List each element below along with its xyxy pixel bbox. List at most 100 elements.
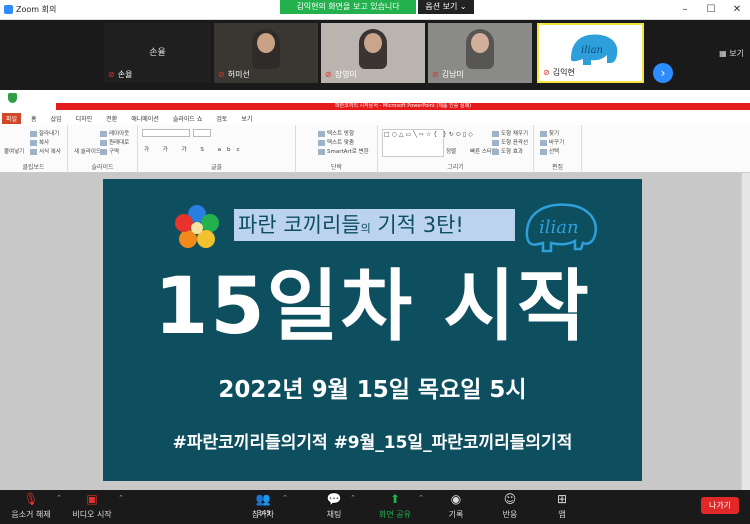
participant-name: 김남미 [441, 70, 464, 79]
tab-home[interactable]: 홈 [27, 113, 41, 124]
record-label: 기록 [448, 510, 464, 519]
zoom-window: Zoom 회의 김익현의 화면을 보고 있습니다 옵션 보기 ⌄ – ☐ ✕ 손… [0, 0, 750, 524]
group-label: 단락 [330, 164, 343, 171]
apps-icon: ⊞ [556, 492, 568, 506]
text-direction-button[interactable]: 텍스트 방향 [318, 129, 354, 137]
mic-off-icon: ⊘ [325, 70, 332, 79]
replace-label: 바꾸기 [549, 140, 565, 146]
group-label: 편집 [551, 164, 564, 171]
ppt-title-bar: 파란코끼리 시작문서 - Microsoft PowerPoint (제품 인증… [0, 90, 750, 112]
arrange-button[interactable]: 정렬 [446, 147, 456, 155]
font-format-buttons[interactable]: 가 가 가 S abc [144, 145, 246, 153]
tab-design[interactable]: 디자인 [72, 113, 97, 124]
shape-fill-button[interactable]: 도형 채우기 [492, 129, 528, 137]
tab-transitions[interactable]: 전환 [102, 113, 121, 124]
tab-slideshow[interactable]: 슬라이드 쇼 [169, 113, 207, 124]
smartart-button[interactable]: SmartArt로 변환 [318, 147, 369, 155]
slide[interactable]: 파란 코끼리들의 기적 3탄! ilian 15일차 시작 2022년 9월 1… [103, 179, 642, 481]
align-text-button[interactable]: 텍스트 맞춤 [318, 138, 354, 146]
layout-label: 레이아웃 [109, 131, 130, 137]
select-label: 선택 [549, 149, 560, 155]
reset-button[interactable]: 원래대로 [100, 138, 129, 146]
shape-outline-button[interactable]: 도형 윤곽선 [492, 138, 528, 146]
minimize-icon[interactable]: – [672, 0, 698, 20]
tab-review[interactable]: 검토 [212, 113, 231, 124]
reset-label: 원래대로 [109, 140, 130, 146]
section-button[interactable]: 구역 [100, 147, 119, 155]
next-page-button[interactable]: › [653, 63, 673, 83]
elephant-outline-logo-icon: ilian [525, 203, 598, 253]
unmute-button[interactable]: 🎙 음소거 해제 ⌃ [10, 492, 62, 520]
share-screen-label: 화면 공유 [379, 510, 411, 519]
chat-button[interactable]: 💬 채팅 ⌃ [322, 492, 356, 520]
participants-button[interactable]: 👥349 참가자 ⌃ [248, 492, 288, 520]
group-editing: 찾기 바꾸기 선택 편집 [534, 125, 582, 173]
view-options-button[interactable]: 옵션 보기 ⌄ [418, 0, 474, 14]
view-label: 보기 [729, 49, 744, 58]
shared-screen-powerpoint: 파란코끼리 시작문서 - Microsoft PowerPoint (제품 인증… [0, 90, 750, 490]
reset-icon [100, 139, 107, 146]
replace-button[interactable]: 바꾸기 [540, 138, 564, 146]
slide-editor: 파란 코끼리들의 기적 3탄! ilian 15일차 시작 2022년 9월 1… [0, 173, 750, 490]
view-button[interactable]: ▦ 보기 [719, 48, 744, 59]
unmute-label: 음소거 해제 [11, 510, 51, 519]
effects-icon [492, 148, 499, 155]
group-drawing: □○△▭╲⇨☆{ }↻⬭▯◇ 정렬 빠른 스타일 도형 채우기 도형 윤곽선 도… [378, 125, 534, 173]
leave-button[interactable]: 나가기 [701, 497, 739, 514]
tab-animations[interactable]: 애니메이션 [127, 113, 163, 124]
shield-icon [8, 93, 17, 103]
vertical-scrollbar[interactable] [741, 173, 750, 490]
tab-insert[interactable]: 삽입 [47, 113, 66, 124]
video-tile-active-speaker[interactable]: ilian ⊘ 김익현 [537, 23, 644, 83]
tab-file[interactable]: 파일 [2, 113, 22, 124]
find-label: 찾기 [549, 131, 560, 137]
video-tile[interactable]: ⊘ 허미선 [214, 23, 318, 83]
share-screen-button[interactable]: ⬆ 화면 공유 ⌃ [376, 492, 424, 520]
shapes-gallery[interactable]: □○△▭╲⇨☆{ }↻⬭▯◇ [382, 129, 473, 157]
shape-fill-label: 도형 채우기 [501, 131, 529, 137]
participants-label: 참가자 [251, 510, 275, 519]
find-button[interactable]: 찾기 [540, 129, 559, 137]
outline-icon [492, 139, 499, 146]
select-button[interactable]: 선택 [540, 147, 559, 155]
group-label: 글꼴 [210, 164, 223, 171]
zoom-logo-icon [4, 5, 13, 14]
group-clipboard: 붙여넣기 잘라내기 복사 서식 복사 클립보드 [0, 125, 68, 173]
chevron-up-icon[interactable]: ⌃ [118, 494, 124, 502]
apps-button[interactable]: ⊞ 앱 [552, 492, 572, 520]
participant-video [466, 29, 494, 69]
maximize-icon[interactable]: ☐ [698, 0, 724, 20]
tab-view[interactable]: 보기 [237, 113, 256, 124]
brush-icon [30, 148, 37, 155]
reactions-button[interactable]: ☺ 반응 [498, 492, 522, 520]
paste-button[interactable]: 붙여넣기 [4, 147, 24, 155]
shape-effects-label: 도형 효과 [501, 149, 523, 155]
svg-text:ilian: ilian [581, 45, 603, 56]
flower-logo-icon [175, 205, 219, 248]
mic-off-icon: ⊘ [543, 68, 550, 77]
cut-button[interactable]: 잘라내기 [30, 129, 59, 137]
sharing-banner: 김익현의 화면을 보고 있습니다 [280, 0, 416, 14]
font-size-dropdown[interactable] [193, 129, 211, 137]
participant-name: 손율 [117, 70, 133, 79]
video-tile[interactable]: ⊘ 장영미 [321, 23, 425, 83]
font-name-dropdown[interactable] [142, 129, 190, 137]
close-icon[interactable]: ✕ [724, 0, 750, 20]
chevron-up-icon[interactable]: ⌃ [350, 494, 356, 502]
select-icon [540, 148, 547, 155]
new-slide-button[interactable]: 새 슬라이드 [74, 147, 101, 155]
chevron-up-icon[interactable]: ⌃ [282, 494, 288, 502]
section-label: 구역 [109, 149, 120, 155]
chevron-up-icon[interactable]: ⌃ [56, 494, 62, 502]
video-tile[interactable]: 손율 ⊘ 손율 [104, 23, 211, 83]
copy-button[interactable]: 복사 [30, 138, 49, 146]
layout-button[interactable]: 레이아웃 [100, 129, 129, 137]
reactions-label: 반응 [502, 510, 518, 519]
slide-date: 2022년 9월 15일 목요일 5시 [218, 377, 527, 403]
shape-effects-button[interactable]: 도형 효과 [492, 147, 523, 155]
format-painter-button[interactable]: 서식 복사 [30, 147, 61, 155]
start-video-button[interactable]: ▣ 비디오 시작 ⌃ [70, 492, 124, 520]
chevron-up-icon[interactable]: ⌃ [418, 494, 424, 502]
video-tile[interactable]: ⊘ 김남미 [428, 23, 532, 83]
record-button[interactable]: ◉ 기록 [444, 492, 468, 520]
